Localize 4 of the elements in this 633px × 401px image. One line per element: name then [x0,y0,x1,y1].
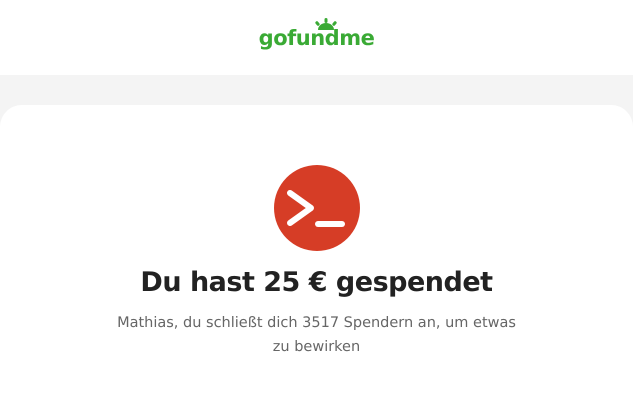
confirmation-message: Mathias, du schließt dich 3517 Spendern an, um etwas zu bewirken [116,314,516,357]
terminal-icon [274,165,360,251]
confirmation-title: Du hast 25 € gespendet [140,266,493,300]
logo[interactable]: gofundme [258,26,374,50]
